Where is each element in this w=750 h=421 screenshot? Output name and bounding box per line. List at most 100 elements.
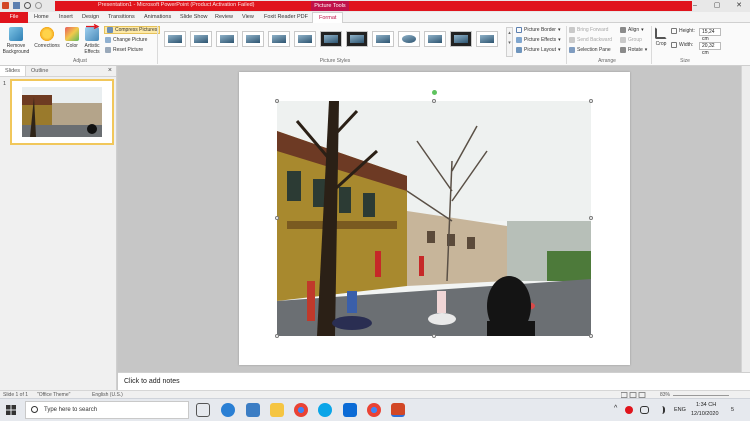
- artistic-effects-button[interactable]: Artistic Effects: [82, 27, 102, 55]
- resize-handle-top-left[interactable]: [275, 99, 279, 103]
- picture-effects-button[interactable]: Picture Effects ▾: [516, 37, 561, 43]
- color-palette-icon: [65, 27, 79, 41]
- send-backward-button[interactable]: Send Backward: [569, 37, 612, 43]
- tab-transitions[interactable]: Transitions: [108, 12, 135, 23]
- network-icon[interactable]: [640, 406, 649, 414]
- close-pane-icon[interactable]: ×: [108, 67, 112, 74]
- group-button[interactable]: Group: [620, 37, 642, 43]
- tab-slides[interactable]: Slides: [0, 66, 26, 76]
- tab-file[interactable]: File: [0, 12, 28, 23]
- tab-outline[interactable]: Outline: [26, 66, 53, 76]
- input-language[interactable]: ENG: [674, 407, 686, 413]
- undo-icon[interactable]: [24, 2, 31, 9]
- resize-handle-bottom[interactable]: [432, 334, 436, 338]
- compress-pictures-icon: [107, 27, 113, 33]
- divider: [651, 26, 652, 64]
- reset-picture-button[interactable]: Reset Picture: [105, 47, 143, 53]
- slides-pane: Slides Outline × 1: [0, 66, 117, 390]
- picture-style-7[interactable]: [320, 31, 342, 47]
- tab-design[interactable]: Design: [82, 12, 99, 23]
- picture-style-3[interactable]: [216, 31, 238, 47]
- rotation-handle[interactable]: [432, 90, 437, 95]
- volume-icon[interactable]: [656, 406, 665, 414]
- chrome-profile-icon[interactable]: [367, 403, 381, 417]
- color-button[interactable]: Color: [63, 27, 81, 49]
- clock-time[interactable]: 1:34 CH: [696, 402, 716, 408]
- red-arrow-annotation-icon: [86, 23, 100, 30]
- slide-number: 1: [3, 81, 7, 87]
- task-view-icon[interactable]: [196, 403, 210, 417]
- picture-style-8[interactable]: [346, 31, 368, 47]
- gallery-scroll-button[interactable]: ▴ ▾: [506, 27, 513, 57]
- rotate-button[interactable]: Rotate ▾: [620, 47, 647, 53]
- corrections-button[interactable]: Corrections: [34, 27, 60, 49]
- picture-layout-button[interactable]: Picture Layout ▾: [516, 47, 560, 53]
- notification-count[interactable]: 5: [731, 407, 734, 413]
- windows-start-icon[interactable]: [6, 405, 16, 415]
- tab-review[interactable]: Review: [215, 12, 233, 23]
- tab-insert[interactable]: Insert: [59, 12, 73, 23]
- close-button[interactable]: ✕: [728, 0, 750, 12]
- tray-app-icon[interactable]: [625, 406, 633, 414]
- maximize-button[interactable]: ▢: [706, 0, 728, 12]
- ribbon-tabs: File Home Insert Design Transitions Anim…: [0, 12, 750, 24]
- zalo-icon[interactable]: [343, 403, 357, 417]
- resize-handle-top[interactable]: [432, 99, 436, 103]
- picture-style-9[interactable]: [372, 31, 394, 47]
- artistic-effects-icon: [85, 27, 99, 41]
- picture-effects-icon: [516, 37, 522, 43]
- align-button[interactable]: Align ▾: [620, 27, 644, 33]
- tab-foxit-reader-pdf[interactable]: Foxit Reader PDF: [264, 12, 308, 23]
- picture-styles-group-label: Picture Styles: [319, 58, 351, 64]
- mail-icon[interactable]: [246, 403, 260, 417]
- tab-view[interactable]: View: [242, 12, 254, 23]
- bring-forward-button[interactable]: Bring Forward: [569, 27, 608, 33]
- powerpoint-taskbar-icon[interactable]: [391, 403, 405, 417]
- file-explorer-icon[interactable]: [270, 403, 284, 417]
- notes-pane[interactable]: Click to add notes: [118, 372, 750, 390]
- powerpoint-app-icon[interactable]: [2, 2, 9, 9]
- change-picture-button[interactable]: Change Picture: [105, 37, 147, 43]
- zoom-slider[interactable]: [673, 395, 729, 396]
- picture-style-5[interactable]: [268, 31, 290, 47]
- picture-style-10[interactable]: [398, 31, 420, 47]
- picture-style-4[interactable]: [242, 31, 264, 47]
- picture-style-13[interactable]: [476, 31, 498, 47]
- selection-pane-button[interactable]: Selection Pane: [569, 47, 611, 53]
- tray-overflow-icon[interactable]: ^: [614, 405, 617, 412]
- minimize-button[interactable]: –: [684, 0, 706, 12]
- skype-icon[interactable]: [318, 403, 332, 417]
- width-input[interactable]: 20,32 cm: [699, 42, 721, 56]
- crop-button[interactable]: Crop: [654, 27, 668, 47]
- slide-thumbnail-image: [12, 81, 112, 143]
- group-icon: [620, 37, 626, 43]
- picture-style-1[interactable]: [164, 31, 186, 47]
- resize-handle-top-right[interactable]: [589, 99, 593, 103]
- chrome-icon[interactable]: [294, 403, 308, 417]
- slide-canvas: [239, 72, 630, 365]
- tab-home[interactable]: Home: [34, 12, 49, 23]
- picture-style-6[interactable]: [294, 31, 316, 47]
- resize-handle-bottom-right[interactable]: [589, 334, 593, 338]
- tab-slide-show[interactable]: Slide Show: [180, 12, 208, 23]
- clock-date[interactable]: 12/10/2020: [691, 411, 719, 417]
- tab-animations[interactable]: Animations: [144, 12, 171, 23]
- height-label: Height:: [671, 28, 695, 34]
- picture-style-12[interactable]: [450, 31, 472, 47]
- resize-handle-left[interactable]: [275, 216, 279, 220]
- height-input[interactable]: 15,24 cm: [699, 28, 721, 42]
- taskbar-search-input[interactable]: Type here to search: [25, 401, 189, 419]
- slide-thumbnail[interactable]: [10, 79, 114, 145]
- picture-style-11[interactable]: [424, 31, 446, 47]
- save-icon[interactable]: [13, 2, 20, 9]
- resize-handle-right[interactable]: [589, 216, 593, 220]
- picture-border-button[interactable]: Picture Border ▾: [516, 27, 560, 33]
- selected-picture[interactable]: [277, 101, 591, 336]
- remove-background-button[interactable]: Remove Background: [2, 27, 30, 55]
- compress-pictures-button[interactable]: Compress Pictures: [104, 26, 161, 34]
- redo-icon[interactable]: [35, 2, 42, 9]
- edge-browser-icon[interactable]: [221, 403, 235, 417]
- vertical-scrollbar[interactable]: [741, 66, 750, 372]
- picture-style-2[interactable]: [190, 31, 212, 47]
- resize-handle-bottom-left[interactable]: [275, 334, 279, 338]
